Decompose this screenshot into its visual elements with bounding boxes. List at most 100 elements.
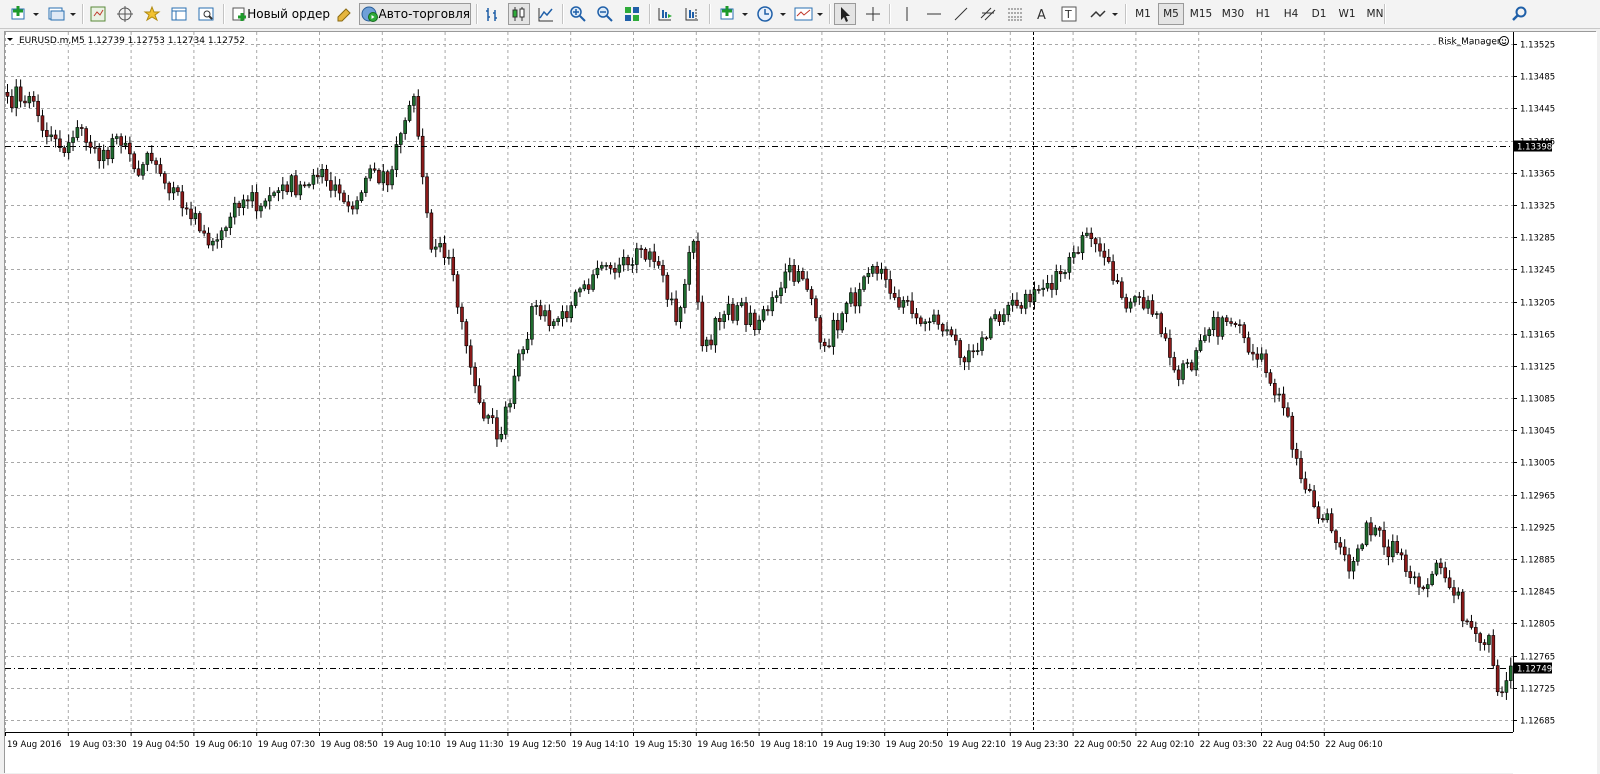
timeframe-m15-button[interactable]: M15 bbox=[1186, 3, 1216, 25]
timeframe-w1-button[interactable]: W1 bbox=[1334, 3, 1360, 25]
cursor-icon[interactable] bbox=[834, 3, 856, 25]
candle-bear bbox=[1452, 587, 1456, 596]
candle-bear bbox=[1386, 546, 1391, 558]
candle-bear bbox=[652, 251, 657, 262]
candle-bull bbox=[281, 184, 285, 191]
indicators-icon[interactable] bbox=[716, 3, 750, 25]
profiles-icon[interactable] bbox=[44, 3, 78, 25]
horizontal-line-icon[interactable] bbox=[923, 3, 945, 25]
price-label: 1.13445 bbox=[1520, 105, 1555, 115]
candle-bull bbox=[923, 321, 928, 324]
candle-bull bbox=[276, 190, 281, 194]
candle-bear bbox=[1369, 522, 1373, 536]
candle-bull bbox=[267, 195, 272, 202]
candle-bull bbox=[1071, 252, 1076, 258]
candle-bear bbox=[1382, 529, 1386, 548]
fibo-icon[interactable] bbox=[1004, 3, 1026, 25]
candle-bull bbox=[595, 267, 600, 276]
trendline-icon[interactable] bbox=[950, 3, 972, 25]
candle-bull bbox=[722, 314, 726, 322]
timeframe-h4-button[interactable]: H4 bbox=[1278, 3, 1304, 25]
candle-bull bbox=[783, 271, 788, 289]
candle-bear bbox=[1106, 256, 1111, 262]
candle-bear bbox=[477, 385, 482, 403]
arrows-icon[interactable] bbox=[1086, 3, 1120, 25]
candle-bear bbox=[1141, 297, 1146, 309]
line-chart-icon[interactable] bbox=[535, 3, 557, 25]
text-icon[interactable]: A bbox=[1031, 3, 1053, 25]
timeframe-m5-button[interactable]: M5 bbox=[1158, 3, 1184, 25]
candle-bear bbox=[1377, 527, 1382, 531]
candle-bear bbox=[416, 96, 421, 137]
candle-bear bbox=[149, 152, 154, 162]
candle-bull bbox=[560, 311, 565, 319]
price-label: 1.13205 bbox=[1520, 299, 1555, 309]
candlestick-icon[interactable] bbox=[508, 3, 530, 25]
candle-bear bbox=[246, 199, 250, 202]
timeframe-m1-button[interactable]: M1 bbox=[1130, 3, 1156, 25]
candle-bull bbox=[862, 276, 866, 290]
candle-bull bbox=[530, 306, 534, 340]
chart-window[interactable]: 1.135251.134851.134451.134051.133651.133… bbox=[4, 31, 1597, 774]
market-watch-icon[interactable] bbox=[87, 3, 109, 25]
timeframe-h1-button[interactable]: H1 bbox=[1250, 3, 1276, 25]
chart-shift-icon[interactable] bbox=[681, 3, 703, 25]
crosshair-icon[interactable] bbox=[862, 3, 884, 25]
channel-icon[interactable] bbox=[977, 3, 999, 25]
navigator-icon[interactable] bbox=[114, 3, 136, 25]
favorites-icon[interactable] bbox=[141, 3, 163, 25]
candle-bear bbox=[639, 248, 643, 250]
candle-bear bbox=[997, 314, 1002, 322]
candle-bear bbox=[176, 187, 180, 193]
strategy-tester-icon[interactable] bbox=[195, 3, 217, 25]
candle-bear bbox=[1334, 530, 1338, 543]
chart-menu-arrow[interactable] bbox=[7, 38, 13, 41]
price-label: 1.12965 bbox=[1520, 492, 1555, 502]
timeframe-m30-button[interactable]: M30 bbox=[1218, 3, 1248, 25]
candle-bull bbox=[543, 310, 547, 317]
candle-bear bbox=[18, 86, 23, 102]
candle-bear bbox=[962, 357, 967, 363]
zoom-in-icon[interactable] bbox=[567, 3, 589, 25]
candle-bear bbox=[420, 135, 425, 178]
templates-icon[interactable] bbox=[791, 3, 825, 25]
text-label-icon[interactable]: T bbox=[1058, 3, 1080, 25]
candle-bull bbox=[333, 184, 338, 191]
candle-bull bbox=[320, 168, 324, 178]
candle-bull bbox=[512, 375, 517, 404]
candle-bull bbox=[1351, 561, 1356, 572]
price-chart[interactable]: 1.135251.134851.134451.134051.133651.133… bbox=[5, 32, 1597, 774]
candle-bear bbox=[442, 243, 447, 258]
candle-bear bbox=[451, 256, 456, 276]
periods-icon[interactable] bbox=[754, 3, 788, 25]
chart-grid bbox=[5, 32, 1513, 732]
timeframe-d1-button[interactable]: D1 bbox=[1306, 3, 1332, 25]
scroll-chart-icon[interactable] bbox=[654, 3, 676, 25]
search-icon[interactable] bbox=[1508, 3, 1530, 25]
candle-bull bbox=[1006, 304, 1011, 315]
candle-bull bbox=[311, 174, 316, 185]
metaeditor-icon[interactable] bbox=[333, 3, 355, 25]
new-chart-icon[interactable] bbox=[7, 3, 41, 25]
candle-bull bbox=[1203, 335, 1207, 341]
candle-bear bbox=[337, 184, 342, 194]
candle-bull bbox=[1277, 393, 1281, 396]
candle-bull bbox=[433, 246, 438, 250]
candle-bull bbox=[975, 350, 980, 352]
candle-bear bbox=[919, 317, 923, 324]
bar-chart-icon[interactable] bbox=[481, 3, 503, 25]
candle-bull bbox=[1425, 584, 1430, 589]
time-label: 19 Aug 04:50 bbox=[132, 740, 189, 750]
vertical-line-icon[interactable] bbox=[896, 3, 918, 25]
zoom-out-icon[interactable] bbox=[594, 3, 616, 25]
candle-bull bbox=[307, 184, 311, 187]
candle-bear bbox=[643, 248, 648, 260]
new-order-icon bbox=[232, 7, 246, 21]
candle-bull bbox=[232, 202, 237, 218]
data-window-icon[interactable] bbox=[168, 3, 190, 25]
autotrading-button[interactable]: Авто-торговля bbox=[359, 3, 471, 25]
new-order-button[interactable]: Новый ордер bbox=[230, 3, 330, 25]
candle-bear bbox=[984, 337, 989, 340]
candle-bear bbox=[1329, 513, 1334, 532]
tile-windows-icon[interactable] bbox=[621, 3, 643, 25]
